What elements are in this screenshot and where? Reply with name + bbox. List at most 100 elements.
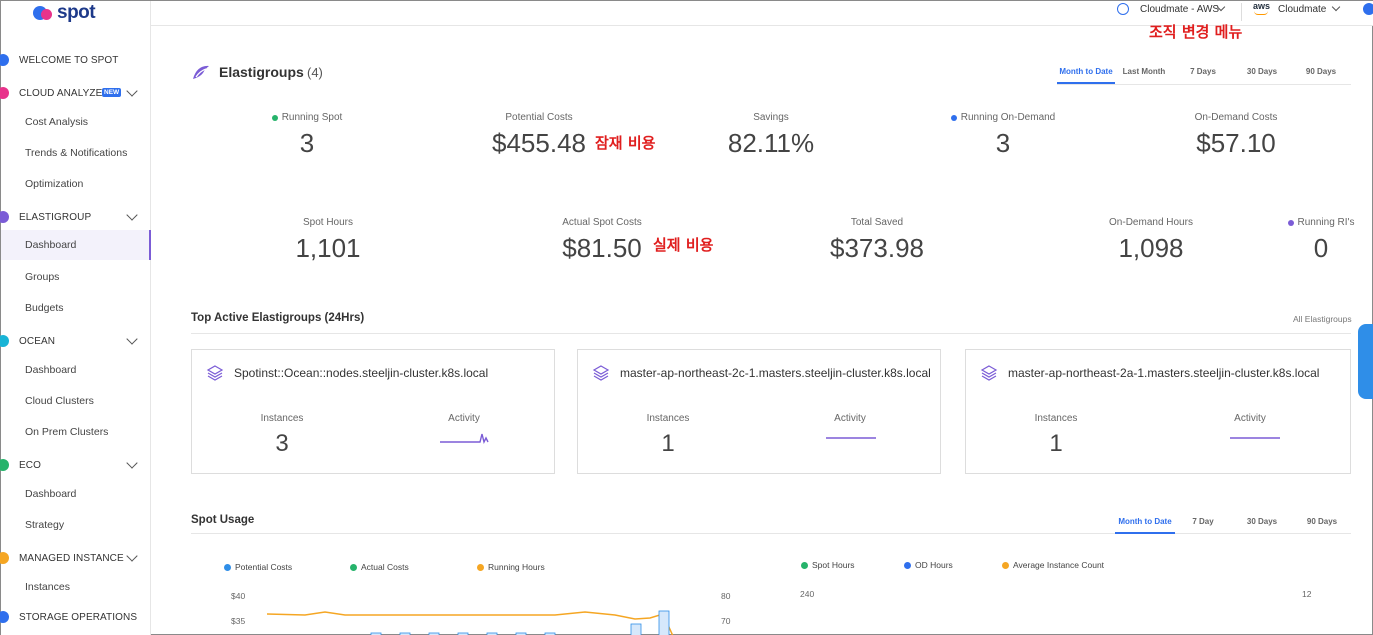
legend-spot-hours[interactable]: Spot Hours <box>801 560 855 570</box>
tab-90-days[interactable]: 90 Days <box>1291 67 1351 84</box>
sidebar-item-eco-dashboard[interactable]: Dashboard <box>1 479 151 509</box>
sidebar-item-optimization[interactable]: Optimization <box>1 169 151 199</box>
tab-month-to-date[interactable]: Month to Date <box>1115 517 1175 534</box>
status-dot <box>950 114 957 121</box>
annotation-actual-cost: 실제 비용 <box>653 236 714 254</box>
instances-value: 1 <box>1049 430 1063 457</box>
stat-running-spot: Running Spot 3 <box>207 112 407 159</box>
stat-on-demand-costs: On-Demand Costs $57.10 <box>1136 112 1336 159</box>
elastigroup-name[interactable]: master-ap-northeast-2a-1.masters.steelji… <box>1008 366 1319 380</box>
all-elastigroups-link[interactable]: All Elastigroups <box>1293 314 1352 324</box>
stat-label: Running RI's <box>1297 217 1355 228</box>
elastigroup-card[interactable]: master-ap-northeast-2a-1.masters.steelji… <box>965 349 1351 474</box>
legend-actual-costs[interactable]: Actual Costs <box>350 562 409 572</box>
annotation-potential-cost: 잠재 비용 <box>595 134 656 152</box>
y-axis-tick: 240 <box>800 589 815 599</box>
legend-label: Spot Hours <box>812 560 855 570</box>
tab-30-days[interactable]: 30 Days <box>1231 517 1293 534</box>
tab-month-to-date[interactable]: Month to Date <box>1057 67 1115 84</box>
sidebar-item-label: Optimization <box>25 178 84 190</box>
org-selector[interactable]: Cloudmate - AWS <box>1140 4 1219 15</box>
legend-dot <box>477 563 484 571</box>
potential-cost-bar <box>658 610 670 635</box>
legend-dot <box>801 561 808 569</box>
stat-spot-hours: Spot Hours 1,101 <box>228 217 428 264</box>
spot-usage-title: Spot Usage <box>191 514 255 526</box>
sidebar-section-cloud-analyzer[interactable]: CLOUD ANALYZER NEW <box>0 83 151 103</box>
sidebar-section-elastigroup[interactable]: ELASTIGROUP <box>0 207 151 227</box>
legend-average-instance-count[interactable]: Average Instance Count <box>1002 560 1104 570</box>
legend-od-hours[interactable]: OD Hours <box>904 560 953 570</box>
sidebar-item-elastigroup-dashboard[interactable]: Dashboard <box>1 230 151 260</box>
activity-label: Activity <box>448 413 480 424</box>
stat-label: Total Saved <box>850 217 904 228</box>
stat-value: 3 <box>995 128 1011 158</box>
stat-value: 1,098 <box>1118 233 1184 263</box>
status-dot <box>271 114 278 121</box>
sidebar-section-label: CLOUD ANALYZER <box>19 87 110 99</box>
sidebar-item-instances[interactable]: Instances <box>1 572 151 602</box>
sidebar-item-label: Cost Analysis <box>25 116 89 128</box>
tab-7-day[interactable]: 7 Day <box>1175 517 1231 534</box>
sidebar-item-label: Dashboard <box>25 239 77 251</box>
sidebar-section-eco[interactable]: ECO <box>0 455 151 475</box>
legend-running-hours[interactable]: Running Hours <box>477 562 545 572</box>
spot-usage-tabs: Month to Date 7 Day 30 Days 90 Days <box>1115 510 1351 534</box>
y-axis-tick: $35 <box>231 616 246 626</box>
sidebar-section-storage-operations[interactable]: STORAGE OPERATIONS <box>0 607 151 627</box>
sidebar-item-groups[interactable]: Groups <box>1 262 151 292</box>
y2-axis-tick: 12 <box>1302 589 1312 599</box>
legend-dot <box>904 561 911 569</box>
feedback-side-tab[interactable] <box>1358 324 1373 399</box>
stack-layers-icon <box>206 365 224 381</box>
elastigroup-card[interactable]: master-ap-northeast-2c-1.masters.steelji… <box>577 349 941 474</box>
stack-layers-icon <box>592 365 610 381</box>
sidebar-section-label: WELCOME TO SPOT <box>19 54 119 66</box>
elastigroup-name[interactable]: Spotinst::Ocean::nodes.steeljin-cluster.… <box>234 366 488 380</box>
legend-potential-costs[interactable]: Potential Costs <box>224 562 292 572</box>
stat-label: Actual Spot Costs <box>562 217 642 228</box>
elastigroup-icon <box>193 65 209 79</box>
sidebar-item-cost-analysis[interactable]: Cost Analysis <box>1 107 151 137</box>
sidebar-section-label: MANAGED INSTANCE <box>19 552 124 564</box>
y2-axis-tick: 80 <box>721 591 731 601</box>
tab-90-days[interactable]: 90 Days <box>1293 517 1351 534</box>
aws-logo-icon: aws <box>1253 1 1271 11</box>
eco-icon <box>0 459 9 471</box>
sidebar-item-strategy[interactable]: Strategy <box>1 510 151 540</box>
activity-sparkline <box>1230 437 1280 439</box>
elastigroup-name[interactable]: master-ap-northeast-2c-1.masters.steelji… <box>620 366 931 380</box>
elastigroup-card[interactable]: Spotinst::Ocean::nodes.steeljin-cluster.… <box>191 349 555 474</box>
spot-logo[interactable]: spot <box>33 2 96 23</box>
chevron-down-icon[interactable] <box>1331 2 1341 12</box>
sidebar-item-cloud-clusters[interactable]: Cloud Clusters <box>1 386 151 416</box>
sidebar-item-label: Strategy <box>25 519 65 531</box>
legend-label: Actual Costs <box>361 562 409 572</box>
tab-7-days[interactable]: 7 Days <box>1173 67 1233 84</box>
sidebar-section-welcome[interactable]: WELCOME TO SPOT <box>0 50 151 70</box>
sidebar-item-on-prem-clusters[interactable]: On Prem Clusters <box>1 417 151 447</box>
new-badge: NEW <box>102 88 122 97</box>
time-range-tabs: Month to Date Last Month 7 Days 30 Days … <box>1057 61 1351 85</box>
stat-label: Spot Hours <box>302 217 354 228</box>
chevron-down-icon <box>126 550 138 562</box>
sidebar-section-label: ELASTIGROUP <box>19 211 92 223</box>
sidebar-item-ocean-dashboard[interactable]: Dashboard <box>1 355 151 385</box>
user-avatar[interactable] <box>1363 3 1373 15</box>
stat-label: On-Demand Costs <box>1194 112 1278 123</box>
sidebar-section-ocean[interactable]: OCEAN <box>0 331 151 351</box>
activity-label: Activity <box>1234 413 1266 424</box>
sidebar-section-label: STORAGE OPERATIONS <box>19 611 138 623</box>
sidebar-item-trends-notifications[interactable]: Trends & Notifications <box>1 138 151 168</box>
account-selector[interactable]: Cloudmate <box>1278 4 1326 15</box>
tab-30-days[interactable]: 30 Days <box>1233 67 1291 84</box>
stat-running-on-demand: Running On-Demand 3 <box>903 112 1103 159</box>
sidebar-section-managed-instance[interactable]: MANAGED INSTANCE <box>0 548 151 568</box>
tab-last-month[interactable]: Last Month <box>1115 67 1173 84</box>
group-count: (4) <box>307 65 323 80</box>
instances-label: Instances <box>1034 413 1078 424</box>
legend-dot <box>1002 561 1009 569</box>
sidebar-item-budgets[interactable]: Budgets <box>1 293 151 323</box>
divider <box>1241 3 1242 21</box>
stat-label: Running Spot <box>281 112 343 123</box>
